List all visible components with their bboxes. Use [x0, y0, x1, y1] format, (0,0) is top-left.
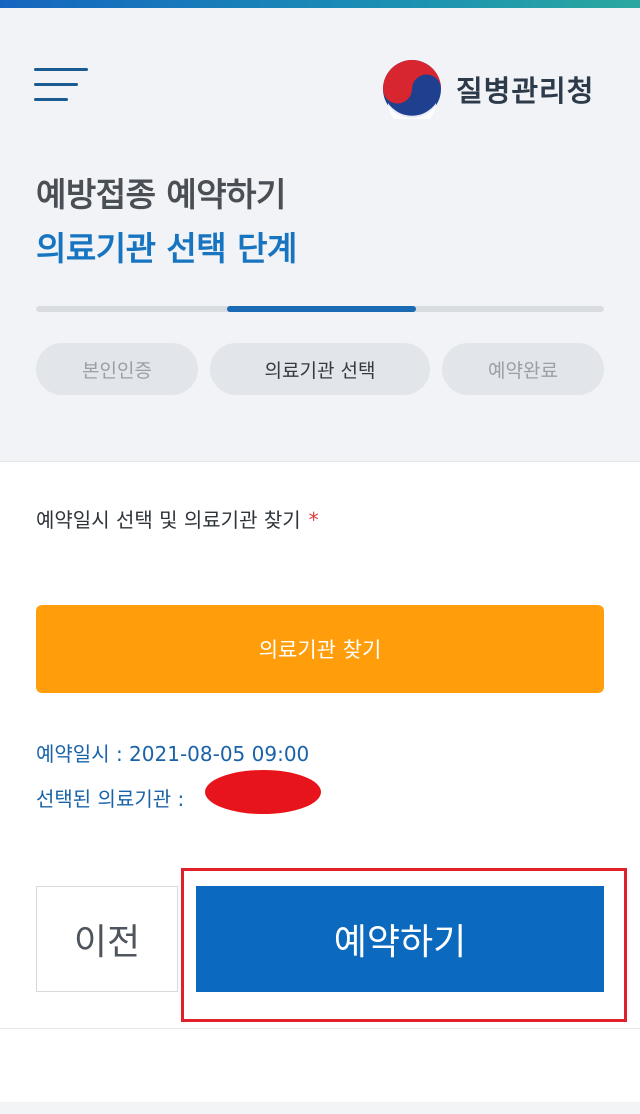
- section-label: 예약일시 선택 및 의료기관 찾기 *: [36, 504, 319, 533]
- page-title: 예방접종 예약하기: [36, 175, 286, 214]
- footer-strip: [0, 1102, 640, 1114]
- find-institution-button[interactable]: 의료기관 찾기: [36, 605, 604, 693]
- top-accent-bar: [0, 0, 640, 8]
- agency-name: 질병관리청: [456, 74, 595, 108]
- step-progress-fill: [227, 306, 416, 312]
- redaction-mark: [205, 770, 321, 814]
- page-header: 질병관리청 예방접종 예약하기 의료기관 선택 단계 본인인증 의료기관 선택 …: [0, 8, 640, 462]
- hamburger-menu-icon[interactable]: [34, 66, 90, 106]
- selected-institution: 선택된 의료기관 :: [36, 787, 185, 811]
- divider: [0, 1028, 640, 1029]
- section-label-text: 예약일시 선택 및 의료기관 찾기: [36, 508, 301, 532]
- taegeuk-logo-icon: [383, 60, 441, 119]
- highlight-annotation: [181, 868, 627, 1022]
- step-identity-verification: 본인인증: [36, 343, 198, 395]
- agency-logo[interactable]: 질병관리청: [382, 58, 594, 120]
- reservation-datetime: 예약일시 : 2021-08-05 09:00: [36, 742, 310, 766]
- required-mark: *: [308, 508, 319, 532]
- prev-button[interactable]: 이전: [36, 886, 178, 992]
- step-progress-bar: [36, 306, 604, 312]
- step-reservation-complete: 예약완료: [442, 343, 604, 395]
- step-institution-selection: 의료기관 선택: [210, 343, 430, 395]
- page-subtitle: 의료기관 선택 단계: [36, 229, 297, 268]
- step-indicator: 본인인증 의료기관 선택 예약완료: [36, 343, 604, 395]
